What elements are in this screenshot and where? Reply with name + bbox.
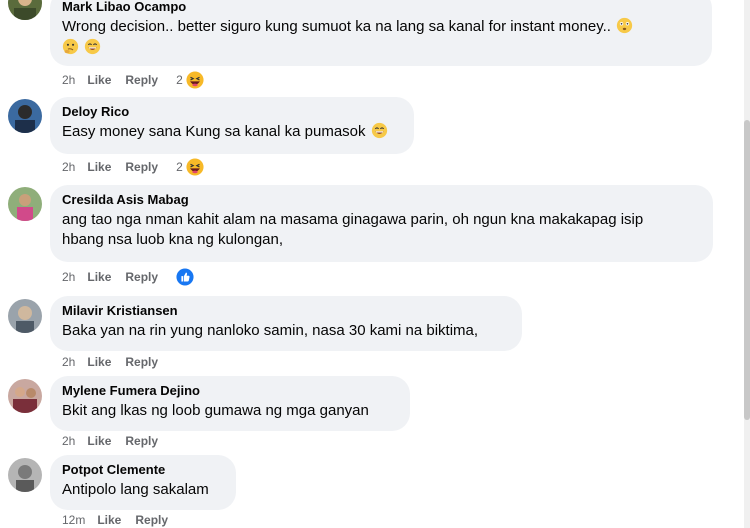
comment-text: Antipolo lang sakalam [62,481,209,498]
comment-actions: 12m Like Reply [62,512,182,528]
comment-author[interactable]: Milavir Kristiansen [62,302,510,319]
comment-text: ang tao nga nman kahit alam na masama gi… [62,211,644,248]
flushed-face-icon [616,17,633,34]
comment-bubble: Potpot Clemente Antipolo lang sakalam [50,455,236,510]
comment-text: Baka yan na rin yung nanloko samin, nasa… [62,322,479,339]
comment-text: Easy money sana Kung sa kanal ka pumasok [62,122,402,142]
avatar[interactable] [8,99,42,133]
comment-actions: 2h Like Reply 2 [62,71,204,89]
haha-icon [186,158,204,176]
avatar[interactable] [8,0,42,20]
comment-author[interactable]: Deloy Rico [62,103,402,120]
comment-actions: 2h Like Reply [62,433,172,449]
grinning-sweat-icon [371,122,387,139]
comment-actions: 2h Like Reply 2 [62,158,204,176]
reply-button[interactable]: Reply [125,72,158,88]
avatar[interactable] [8,299,42,333]
avatar[interactable] [8,187,42,221]
like-icon [176,268,194,286]
comment-emoji-row [62,38,700,57]
haha-icon [186,71,204,89]
timestamp[interactable]: 2h [62,433,75,449]
comment-bubble: Deloy Rico Easy money sana Kung sa kanal… [50,97,414,154]
avatar[interactable] [8,458,42,492]
reaction-summary[interactable]: 2 [176,158,204,176]
like-button[interactable]: Like [87,354,111,370]
comment-text: Bkit ang lkas ng loob gumawa ng mga gany… [62,402,369,419]
timestamp[interactable]: 12m [62,512,85,528]
reaction-count: 2 [176,73,183,87]
avatar[interactable] [8,379,42,413]
comment-author[interactable]: Potpot Clemente [62,461,224,478]
comment-bubble: Mylene Fumera Dejino Bkit ang lkas ng lo… [50,376,410,431]
timestamp[interactable]: 2h [62,354,75,370]
comment-actions: 2h Like Reply [62,268,194,286]
reply-button[interactable]: Reply [125,269,158,285]
reaction-summary[interactable] [176,268,194,286]
comment-author[interactable]: Mylene Fumera Dejino [62,382,398,399]
timestamp[interactable]: 2h [62,159,75,175]
like-button[interactable]: Like [87,159,111,175]
comment-author[interactable]: Cresilda Asis Mabag [62,191,701,208]
reply-button[interactable]: Reply [125,159,158,175]
thinking-face-icon [62,38,79,55]
like-button[interactable]: Like [97,512,121,528]
like-button[interactable]: Like [87,433,111,449]
reaction-summary[interactable]: 2 [176,71,204,89]
scrollbar-thumb[interactable] [744,120,750,420]
reaction-count: 2 [176,160,183,174]
comment-bubble: Cresilda Asis Mabag ang tao nga nman kah… [50,185,713,262]
like-button[interactable]: Like [87,72,111,88]
timestamp[interactable]: 2h [62,72,75,88]
timestamp[interactable]: 2h [62,269,75,285]
comment-author[interactable]: Mark Libao Ocampo [62,0,700,15]
like-button[interactable]: Like [87,269,111,285]
comment-bubble: Mark Libao Ocampo Wrong decision.. bette… [50,0,712,66]
comment-text: Wrong decision.. better siguro kung sumu… [62,17,700,37]
reply-button[interactable]: Reply [125,354,158,370]
comment-actions: 2h Like Reply [62,354,172,370]
reply-button[interactable]: Reply [135,512,168,528]
comment-bubble: Milavir Kristiansen Baka yan na rin yung… [50,296,522,351]
reply-button[interactable]: Reply [125,433,158,449]
grinning-sweat-icon [85,38,101,55]
